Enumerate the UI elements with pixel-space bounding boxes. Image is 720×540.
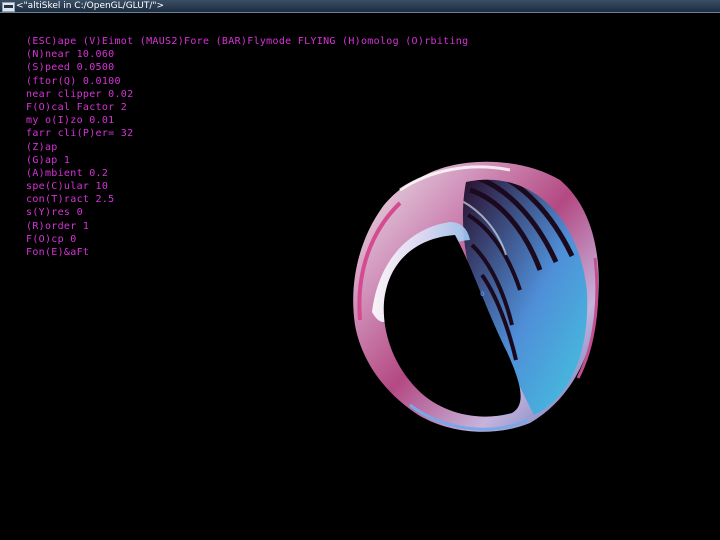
window-app-icon[interactable]	[2, 2, 15, 12]
opengl-viewport[interactable]: o	[0, 13, 720, 540]
window-title-bar[interactable]: <"altiSkel in C:/OpenGL/GLUT/">	[0, 0, 720, 13]
twisted-torus-object	[353, 161, 599, 432]
window-title: <"altiSkel in C:/OpenGL/GLUT/">	[16, 1, 165, 11]
scene-marker-label: o	[480, 289, 485, 298]
